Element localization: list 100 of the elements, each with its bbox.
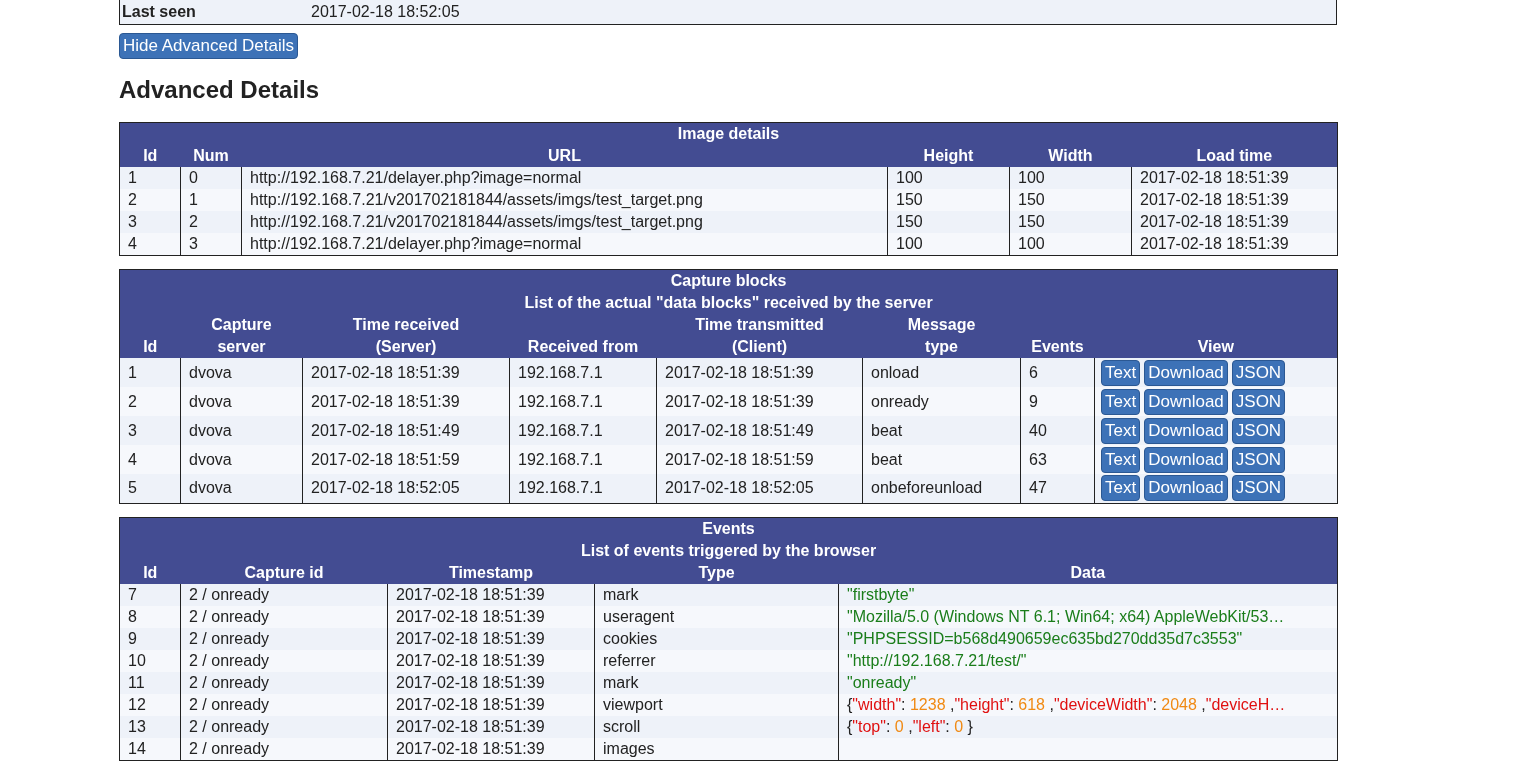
column-header: View: [1094, 314, 1338, 358]
view-button[interactable]: JSON: [1231, 475, 1286, 502]
table-cell: dvova: [180, 416, 303, 445]
table-cell: 2017-02-18 18:51:39: [656, 387, 863, 416]
table-cell: onload: [862, 358, 1021, 387]
table-cell: http://192.168.7.21/delayer.php?image=normal: [241, 233, 888, 256]
table-cell: cookies: [594, 627, 839, 650]
table-cell: 100: [1009, 167, 1132, 189]
view-button[interactable]: Text: [1101, 446, 1141, 473]
table-cell: 9: [119, 627, 181, 650]
view-button[interactable]: Download: [1144, 446, 1228, 473]
table-cell: 2017-02-18 18:51:39: [1131, 211, 1338, 233]
column-header: Time transmitted (Client): [656, 314, 863, 358]
table-cell: 2: [180, 211, 242, 233]
table-cell: 1: [119, 358, 181, 387]
table-cell: 0: [180, 167, 242, 189]
column-header: Message type: [862, 314, 1021, 358]
table-cell: 2017-02-18 18:51:39: [387, 583, 595, 606]
table-cell: 2017-02-18 18:51:49: [656, 416, 863, 445]
table-cell: 192.168.7.1: [509, 387, 657, 416]
data-value: "PHPSESSID=b568d490659ec635bd270dd35d7c3553": [847, 629, 1243, 647]
table-cell: mark: [594, 583, 839, 606]
table-cell: 100: [887, 167, 1010, 189]
table-cell: 2017-02-18 18:52:05: [656, 474, 863, 503]
column-header: Capture server: [180, 314, 303, 358]
table-cell: 13: [119, 715, 181, 738]
data-value: {"top": 0 ,"left": 0 }: [847, 717, 973, 735]
table-cell: 192.168.7.1: [509, 358, 657, 387]
table-subtitle: List of the actual "data blocks" received by the server: [119, 292, 1338, 314]
column-header: Height: [887, 145, 1010, 167]
table-cell: scroll: [594, 715, 839, 738]
column-header: URL: [241, 145, 888, 167]
data-value: "onready": [847, 673, 917, 691]
column-header: Received from: [509, 314, 657, 358]
toggle-details-button[interactable]: Hide Advanced Details: [119, 33, 299, 59]
data-value: "firstbyte": [847, 585, 915, 603]
view-button[interactable]: Text: [1101, 359, 1141, 386]
view-button[interactable]: Download: [1144, 359, 1228, 386]
table-cell: 40: [1020, 416, 1095, 445]
table-cell: 11: [119, 671, 181, 694]
view-button[interactable]: Download: [1144, 475, 1228, 502]
table-cell: 2 / onready: [180, 627, 388, 650]
table-cell: beat: [862, 445, 1021, 474]
column-header: Data: [838, 561, 1338, 584]
view-button[interactable]: JSON: [1231, 446, 1286, 473]
data-value: "http://192.168.7.21/test/": [847, 651, 1027, 669]
data-value: {"width": 1238 ,"height": 618 ,"deviceWidth": 2048 ,"deviceH…: [847, 695, 1286, 713]
table-cell: 192.168.7.1: [509, 416, 657, 445]
column-header: Events: [1020, 314, 1095, 358]
view-button[interactable]: Text: [1101, 475, 1141, 502]
table-cell: 3: [119, 416, 181, 445]
table-cell: 2017-02-18 18:51:39: [387, 671, 595, 694]
table-cell: 3: [119, 211, 181, 233]
table-cell: 2017-02-18 18:51:39: [656, 358, 863, 387]
table-cell: 2017-02-18 18:51:39: [1131, 167, 1338, 189]
view-button[interactable]: Text: [1101, 388, 1141, 415]
column-header: Id: [119, 314, 181, 358]
table-cell: 14: [119, 737, 181, 760]
table-cell: referrer: [594, 649, 839, 672]
table-cell: 1: [180, 189, 242, 211]
table-subtitle: List of events triggered by the browser: [119, 539, 1338, 562]
table-title: Events: [119, 517, 1338, 540]
table-cell: 3: [180, 233, 242, 256]
table-cell: 47: [1020, 474, 1095, 503]
table-cell: 2017-02-18 18:51:59: [302, 445, 510, 474]
view-button[interactable]: JSON: [1231, 417, 1286, 444]
table-cell: 6: [1020, 358, 1095, 387]
table-cell: 2: [119, 189, 181, 211]
view-button[interactable]: Download: [1144, 417, 1228, 444]
table-cell: 2017-02-18 18:51:49: [302, 416, 510, 445]
table-cell: 4: [119, 445, 181, 474]
table-cell: 150: [887, 189, 1010, 211]
column-header: Timestamp: [387, 561, 595, 584]
section-heading: Advanced Details: [119, 75, 321, 105]
column-header: Type: [594, 561, 839, 584]
table-cell: 2017-02-18 18:51:39: [302, 387, 510, 416]
table-cell: 12: [119, 693, 181, 716]
table-cell: 4: [119, 233, 181, 256]
field-value: 2017-02-18 18:52:05: [311, 2, 460, 22]
table-cell: 63: [1020, 445, 1095, 474]
table-cell: 9: [1020, 387, 1095, 416]
table-cell: 192.168.7.1: [509, 474, 657, 503]
table-cell: dvova: [180, 358, 303, 387]
table-cell: 2 / onready: [180, 605, 388, 628]
table-cell: 10: [119, 649, 181, 672]
view-button[interactable]: Text: [1101, 417, 1141, 444]
table-cell: onready: [862, 387, 1021, 416]
table-cell: 1: [119, 167, 181, 189]
table-cell: 2017-02-18 18:51:39: [387, 627, 595, 650]
table-cell: 100: [1009, 233, 1132, 256]
table-cell: viewport: [594, 693, 839, 716]
table-cell: http://192.168.7.21/delayer.php?image=normal: [241, 167, 888, 189]
view-button[interactable]: Download: [1144, 388, 1228, 415]
table-title: Image details: [119, 122, 1338, 145]
column-header: Load time: [1131, 145, 1338, 167]
view-button[interactable]: JSON: [1231, 388, 1286, 415]
view-button[interactable]: JSON: [1231, 359, 1286, 386]
table-cell: 2017-02-18 18:51:39: [387, 693, 595, 716]
table-cell: 8: [119, 605, 181, 628]
table-cell: dvova: [180, 387, 303, 416]
